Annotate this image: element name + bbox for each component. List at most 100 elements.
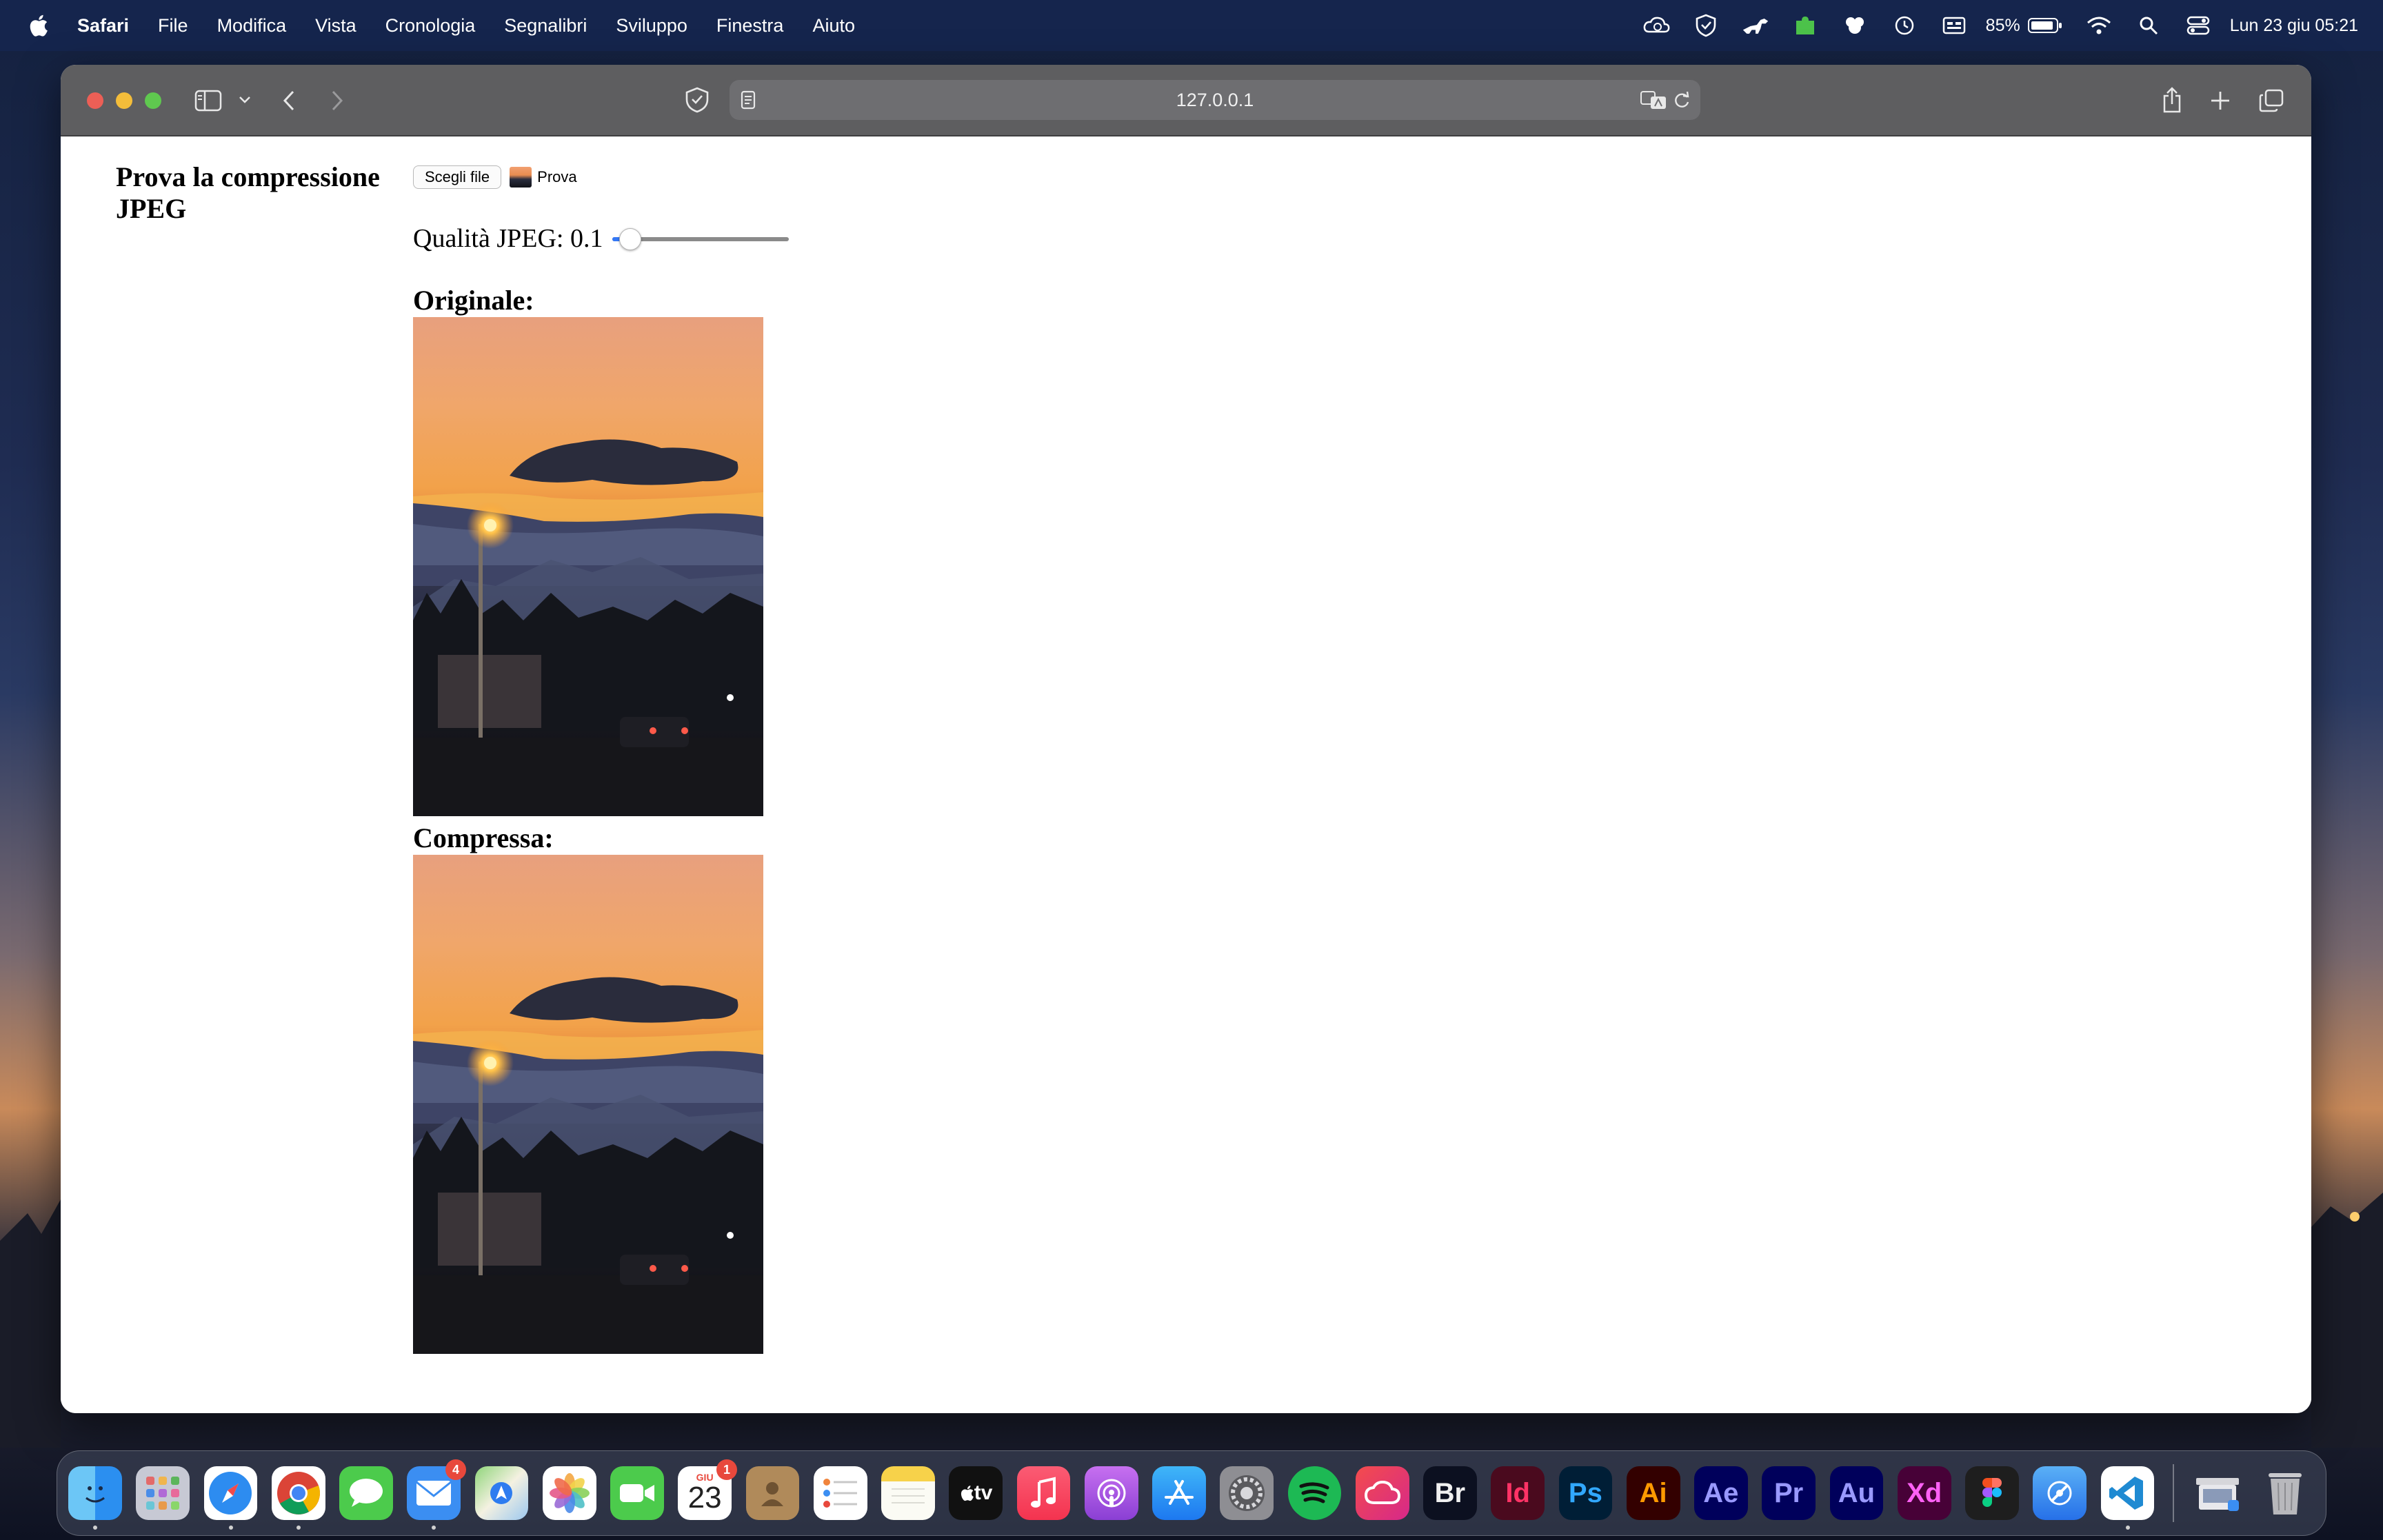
finder-icon[interactable]	[68, 1466, 122, 1530]
running-indicator	[2125, 1526, 2130, 1530]
menu-modifica[interactable]: Modifica	[217, 15, 287, 37]
battery-icon[interactable]	[2027, 12, 2063, 39]
facetime-icon[interactable]	[610, 1466, 664, 1520]
close-window-button[interactable]	[87, 92, 103, 109]
sidebar-toggle-icon[interactable]	[194, 87, 222, 114]
reminders-icon[interactable]	[813, 1466, 867, 1520]
app-store-icon[interactable]	[1152, 1466, 1206, 1520]
popcorn-icon[interactable]	[1841, 12, 1869, 39]
choose-file-button[interactable]: Scegli file	[413, 165, 502, 189]
minimize-window-button[interactable]	[116, 92, 132, 109]
address-bar[interactable]: 127.0.0.1	[730, 80, 1700, 120]
calendar-icon[interactable]: GIU 23 1	[678, 1459, 737, 1520]
safari-toolbar: 127.0.0.1	[61, 65, 2311, 136]
apple-icon[interactable]	[26, 13, 50, 38]
music-icon[interactable]	[1016, 1466, 1071, 1520]
chrome-icon[interactable]	[271, 1466, 325, 1530]
control-center-icon[interactable]	[2184, 12, 2212, 39]
original-image	[413, 317, 763, 816]
safari-icon[interactable]	[203, 1466, 258, 1530]
menu-vista[interactable]: Vista	[315, 15, 356, 37]
contacts-icon[interactable]	[745, 1466, 800, 1520]
quality-label: Qualità JPEG: 0.1	[413, 224, 603, 253]
privacy-shield-icon[interactable]	[683, 85, 712, 114]
menu-segnalibri[interactable]: Segnalibri	[504, 15, 587, 37]
dock-separator	[2172, 1464, 2174, 1522]
status-area: 85% Lun 23 giu 05:21	[1620, 0, 2358, 51]
sunset-photo	[413, 317, 763, 816]
share-icon[interactable]	[2158, 84, 2186, 116]
premiere-icon[interactable]: Pr	[1762, 1466, 1816, 1520]
compressed-heading: Compressa:	[413, 822, 554, 853]
menu-cronologia[interactable]: Cronologia	[385, 15, 476, 37]
figma-icon[interactable]	[1965, 1466, 2019, 1520]
maps-icon[interactable]	[474, 1466, 529, 1520]
downloads-stack-icon[interactable]	[2191, 1466, 2244, 1520]
testflight-icon[interactable]	[2033, 1466, 2087, 1520]
menu-aiuto[interactable]: Aiuto	[812, 15, 855, 37]
menu-clock[interactable]: Lun 23 giu 05:21	[2230, 16, 2358, 36]
audition-icon[interactable]: Au	[1829, 1466, 1884, 1520]
running-indicator	[296, 1526, 301, 1530]
vscode-icon[interactable]	[2100, 1466, 2155, 1530]
chevron-down-icon[interactable]	[237, 92, 252, 108]
apple-tv-icon[interactable]: tv	[949, 1466, 1003, 1520]
dino-icon[interactable]	[1742, 12, 1769, 39]
compressed-image	[413, 855, 763, 1354]
translate-icon[interactable]	[1640, 88, 1667, 112]
shield-icon[interactable]	[1692, 12, 1720, 39]
podcasts-icon[interactable]	[1084, 1466, 1138, 1520]
safari-window: 127.0.0.1 Prova la compressione JPEG Sce…	[61, 65, 2311, 1413]
menu-finestra[interactable]: Finestra	[716, 15, 784, 37]
after-effects-icon[interactable]: Ae	[1694, 1466, 1748, 1520]
xd-icon[interactable]: Xd	[1897, 1466, 1951, 1520]
bridge-icon[interactable]: Br	[1423, 1466, 1477, 1520]
battery-percent: 85%	[1985, 15, 2020, 35]
messages-icon[interactable]	[339, 1466, 393, 1520]
mail-icon[interactable]: 4	[407, 1459, 466, 1530]
time-machine-icon[interactable]	[1891, 12, 1918, 39]
creative-cloud-icon[interactable]	[1355, 1466, 1409, 1520]
running-indicator	[228, 1526, 233, 1530]
sunset-photo	[413, 855, 763, 1354]
file-input[interactable]: Scegli file Prova	[413, 165, 577, 189]
spotify-icon[interactable]	[1287, 1466, 1342, 1520]
url-text[interactable]: 127.0.0.1	[730, 80, 1700, 120]
running-indicator	[432, 1526, 436, 1530]
reload-icon[interactable]	[1670, 88, 1693, 112]
new-tab-icon[interactable]	[2206, 87, 2234, 114]
wifi-icon[interactable]	[2085, 12, 2113, 39]
slider-thumb[interactable]	[619, 228, 642, 250]
indesign-icon[interactable]: Id	[1491, 1466, 1545, 1520]
menu-file[interactable]: File	[158, 15, 188, 37]
selected-file-name: Prova	[537, 168, 577, 185]
cloud-sync-icon[interactable]	[1642, 12, 1670, 39]
photoshop-icon[interactable]: Ps	[1558, 1466, 1613, 1520]
tv-label: tv	[974, 1481, 993, 1504]
original-heading: Originale:	[413, 285, 534, 316]
quality-control: Qualità JPEG: 0.1	[413, 223, 790, 254]
illustrator-icon[interactable]: Ai	[1626, 1466, 1680, 1520]
running-indicator	[93, 1526, 97, 1530]
menu-app-name[interactable]: Safari	[77, 15, 129, 37]
notes-icon[interactable]	[881, 1466, 935, 1520]
puzzle-icon[interactable]	[1791, 12, 1819, 39]
photos-icon[interactable]	[542, 1466, 596, 1520]
trash-icon[interactable]	[2258, 1466, 2312, 1520]
calendar-day: 23	[687, 1481, 722, 1514]
search-icon[interactable]	[2135, 12, 2162, 39]
menu-sviluppo[interactable]: Sviluppo	[616, 15, 687, 37]
quality-slider[interactable]	[612, 225, 790, 252]
menu-bar: Safari File Modifica Vista Cronologia Se…	[0, 0, 2383, 51]
page-title: Prova la compressione JPEG	[116, 161, 380, 224]
launchpad-icon[interactable]	[136, 1466, 190, 1520]
mail-badge: 4	[445, 1459, 466, 1480]
system-settings-icon[interactable]	[1220, 1466, 1274, 1520]
tab-overview-icon[interactable]	[2258, 87, 2285, 114]
forward-icon[interactable]	[327, 87, 348, 114]
input-menu-icon[interactable]	[1940, 12, 1968, 39]
web-page: Prova la compressione JPEG Scegli file P…	[61, 136, 2311, 1413]
calendar-badge: 1	[716, 1459, 737, 1480]
fullscreen-window-button[interactable]	[145, 92, 161, 109]
back-icon[interactable]	[279, 87, 299, 114]
